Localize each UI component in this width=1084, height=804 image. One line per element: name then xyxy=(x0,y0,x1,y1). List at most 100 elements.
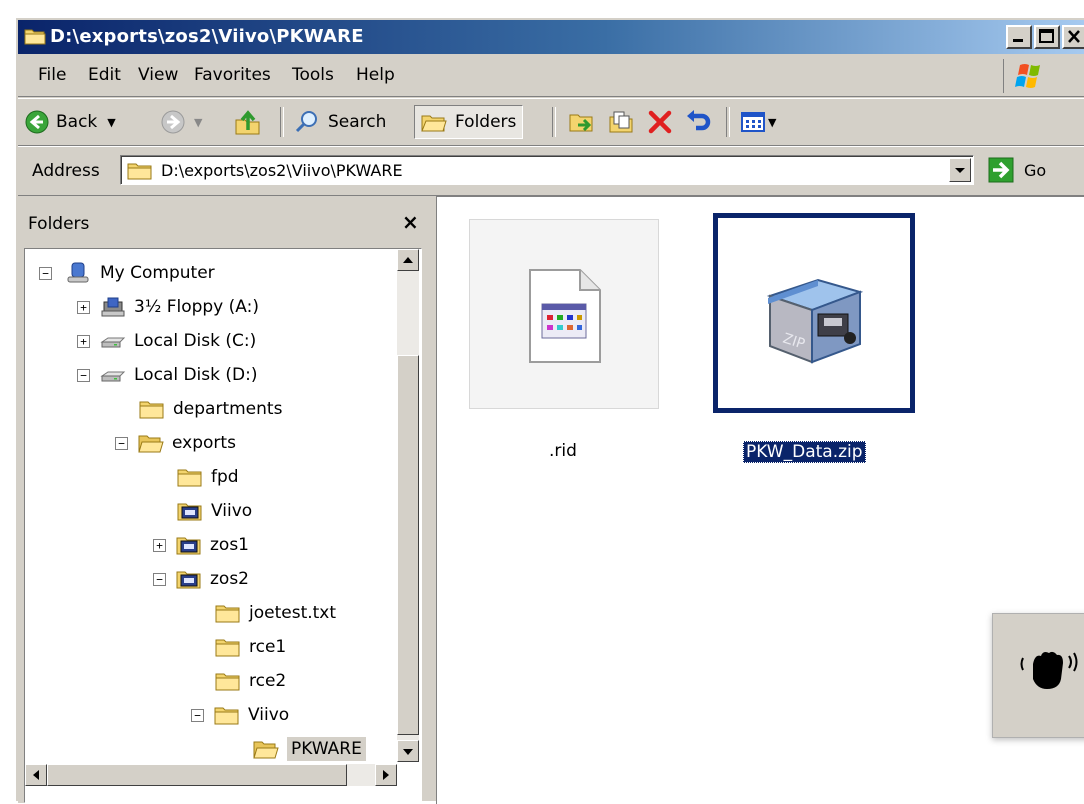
folder-icon xyxy=(139,401,164,419)
file-item-rid[interactable] xyxy=(469,219,659,409)
views-dropdown-icon: ▼ xyxy=(768,115,777,129)
document-icon xyxy=(529,269,601,363)
delete-icon xyxy=(648,110,672,134)
forward-dropdown-icon: ▼ xyxy=(194,115,203,129)
disk-icon xyxy=(100,371,126,382)
chevron-left-icon xyxy=(33,770,39,780)
folder-tree: − My Computer + 3½ Floppy (A:) + Local D… xyxy=(24,248,422,803)
folder-icon xyxy=(177,469,202,487)
collapse-icon[interactable]: − xyxy=(77,368,90,382)
file-name-rid: .rid xyxy=(549,441,577,461)
close-icon[interactable]: × xyxy=(402,210,419,234)
tree-item-local-disk-c[interactable]: + Local Disk (C:) xyxy=(77,326,256,356)
forward-button[interactable]: ▼ xyxy=(160,105,202,139)
tree-horizontal-scrollbar[interactable] xyxy=(25,764,397,786)
folder-icon xyxy=(24,26,46,51)
scroll-thumb-horizontal[interactable] xyxy=(47,764,347,786)
collapse-icon[interactable]: − xyxy=(39,266,52,280)
tree-item-departments[interactable]: departments xyxy=(139,394,282,424)
back-button[interactable]: Back ▼ xyxy=(24,105,116,139)
address-dropdown-button[interactable] xyxy=(949,158,971,182)
close-button[interactable] xyxy=(1062,25,1084,49)
copy-to-folder-icon xyxy=(609,111,633,133)
tree-item-viivo[interactable]: Viivo xyxy=(177,496,252,526)
copy-to-button[interactable] xyxy=(606,105,636,139)
tree-item-zos1[interactable]: + zos1 xyxy=(153,530,249,560)
chevron-up-icon xyxy=(403,257,413,263)
standard-toolbar: Back ▼ ▼ Search Folders ▼ xyxy=(18,98,1084,146)
chevron-right-icon xyxy=(383,770,389,780)
folders-icon xyxy=(421,115,447,132)
scroll-up-button[interactable] xyxy=(397,249,419,271)
window-title: D:\exports\zos2\Viivo\PKWARE xyxy=(50,26,364,47)
scroll-right-button[interactable] xyxy=(375,764,397,786)
folder-open-icon xyxy=(138,435,164,453)
scroll-left-button[interactable] xyxy=(25,764,47,786)
tree-item-viivo-sub[interactable]: − Viivo xyxy=(191,700,289,730)
folder-icon xyxy=(127,159,153,186)
toolbar-separator xyxy=(726,107,730,137)
viivo-folder-icon xyxy=(176,537,201,555)
windows-logo-icon xyxy=(1003,59,1054,93)
tree-item-pkware[interactable]: PKWARE xyxy=(253,734,366,764)
folders-pane-title: Folders xyxy=(28,214,90,234)
folder-icon xyxy=(215,605,240,623)
tree-item-fpd[interactable]: fpd xyxy=(177,462,239,492)
scroll-down-button[interactable] xyxy=(397,740,419,762)
title-bar[interactable]: D:\exports\zos2\Viivo\PKWARE xyxy=(18,20,1084,54)
address-label: Address xyxy=(32,161,100,181)
tree-item-local-disk-d[interactable]: − Local Disk (D:) xyxy=(77,360,257,390)
expand-icon[interactable]: + xyxy=(77,334,90,348)
tree-item-zos2[interactable]: − zos2 xyxy=(153,564,249,594)
file-item-pkw-data-zip[interactable]: ZIP xyxy=(713,213,915,413)
tree-item-my-computer[interactable]: − My Computer xyxy=(39,258,215,288)
collapse-icon[interactable]: − xyxy=(153,572,166,586)
tree-item-rce2[interactable]: rce2 xyxy=(215,666,286,696)
tree-item-joetest[interactable]: joetest.txt xyxy=(215,598,336,628)
collapse-icon[interactable]: − xyxy=(191,708,204,722)
address-input[interactable]: D:\exports\zos2\Viivo\PKWARE xyxy=(120,155,974,185)
folder-icon xyxy=(215,673,240,691)
menu-help[interactable]: Help xyxy=(356,65,395,85)
menu-favorites[interactable]: Favorites xyxy=(194,65,271,85)
tree-vertical-scrollbar[interactable] xyxy=(397,249,419,762)
undo-button[interactable] xyxy=(684,105,712,139)
go-button[interactable]: Go xyxy=(988,157,1046,183)
folder-icon xyxy=(214,707,239,725)
menu-edit[interactable]: Edit xyxy=(88,65,121,85)
menu-tools[interactable]: Tools xyxy=(292,65,334,85)
folders-toggle-button[interactable]: Folders xyxy=(414,105,524,139)
collapse-icon[interactable]: − xyxy=(115,436,128,450)
move-to-button[interactable] xyxy=(568,105,598,139)
back-arrow-icon xyxy=(25,110,49,134)
delete-button[interactable] xyxy=(646,105,674,139)
maximize-button[interactable] xyxy=(1034,25,1060,49)
views-button[interactable]: ▼ xyxy=(740,105,776,139)
forward-arrow-icon xyxy=(161,110,185,134)
disk-icon xyxy=(100,337,126,348)
address-path: D:\exports\zos2\Viivo\PKWARE xyxy=(161,161,403,180)
computer-icon xyxy=(67,262,89,283)
minimize-button[interactable] xyxy=(1006,25,1032,49)
expand-icon[interactable]: + xyxy=(153,538,166,552)
search-button[interactable]: Search xyxy=(294,105,386,139)
search-icon xyxy=(295,111,317,133)
menu-bar: File Edit View Favorites Tools Help xyxy=(18,56,1084,97)
up-folder-button[interactable] xyxy=(234,105,262,139)
tree-item-exports[interactable]: − exports xyxy=(115,428,236,458)
back-dropdown-icon: ▼ xyxy=(107,115,116,129)
undo-icon xyxy=(687,110,711,131)
chevron-down-icon xyxy=(955,168,965,173)
tree-item-rce1[interactable]: rce1 xyxy=(215,632,286,662)
menu-view[interactable]: View xyxy=(138,65,178,85)
expand-icon[interactable]: + xyxy=(77,300,90,314)
folders-pane: Folders × − My Computer + 3½ Floppy (A:)… xyxy=(18,196,422,803)
explorer-window: D:\exports\zos2\Viivo\PKWARE File Edit V… xyxy=(14,16,1084,804)
menu-file[interactable]: File xyxy=(38,65,66,85)
viivo-folder-icon xyxy=(176,571,201,589)
move-to-folder-icon xyxy=(569,114,593,132)
scroll-thumb[interactable] xyxy=(397,355,419,735)
tree-item-floppy[interactable]: + 3½ Floppy (A:) xyxy=(77,292,259,322)
viivo-folder-icon xyxy=(177,503,202,521)
drag-overlay-panel[interactable] xyxy=(992,613,1084,738)
